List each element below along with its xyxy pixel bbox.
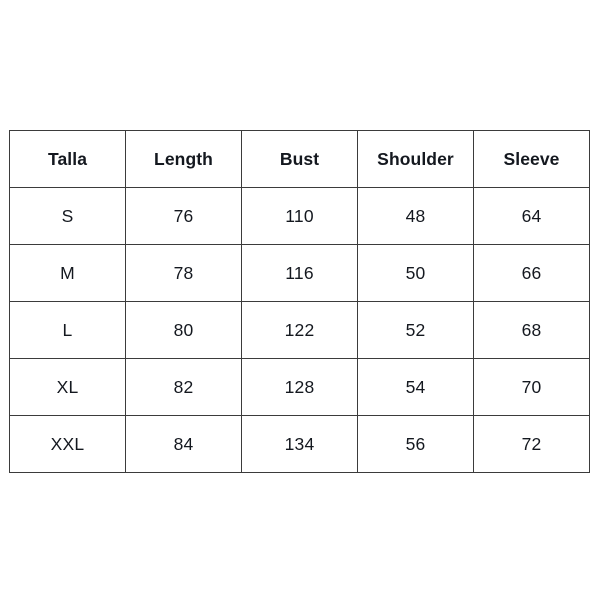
cell-shoulder: 48 [357, 187, 474, 245]
table-row: S 76 110 48 64 [9, 187, 590, 245]
cell-bust: 122 [241, 301, 358, 359]
cell-sleeve: 70 [473, 358, 590, 416]
cell-bust: 116 [241, 244, 358, 302]
cell-length: 84 [125, 415, 242, 473]
cell-size: L [9, 301, 126, 359]
cell-shoulder: 52 [357, 301, 474, 359]
size-chart-canvas: Talla Length Bust Shoulder Sleeve S 76 1… [0, 0, 600, 600]
cell-length: 80 [125, 301, 242, 359]
cell-size: XXL [9, 415, 126, 473]
cell-shoulder: 56 [357, 415, 474, 473]
cell-size: S [9, 187, 126, 245]
table-header: Talla Length Bust Shoulder Sleeve [9, 130, 590, 188]
table-row: M 78 116 50 66 [9, 244, 590, 302]
cell-sleeve: 72 [473, 415, 590, 473]
cell-length: 78 [125, 244, 242, 302]
cell-length: 82 [125, 358, 242, 416]
table-row: XXL 84 134 56 72 [9, 415, 590, 473]
size-chart-table: Talla Length Bust Shoulder Sleeve S 76 1… [9, 130, 590, 473]
table-row: XL 82 128 54 70 [9, 358, 590, 416]
cell-bust: 134 [241, 415, 358, 473]
cell-sleeve: 66 [473, 244, 590, 302]
cell-shoulder: 54 [357, 358, 474, 416]
table-row: L 80 122 52 68 [9, 301, 590, 359]
cell-shoulder: 50 [357, 244, 474, 302]
table-header-row: Talla Length Bust Shoulder Sleeve [9, 130, 590, 188]
column-header-shoulder: Shoulder [357, 130, 474, 188]
column-header-sleeve: Sleeve [473, 130, 590, 188]
cell-bust: 128 [241, 358, 358, 416]
table-body: S 76 110 48 64 M 78 116 50 66 L 80 122 5… [9, 187, 590, 473]
column-header-length: Length [125, 130, 242, 188]
cell-length: 76 [125, 187, 242, 245]
cell-size: M [9, 244, 126, 302]
cell-sleeve: 68 [473, 301, 590, 359]
column-header-talla: Talla [9, 130, 126, 188]
cell-size: XL [9, 358, 126, 416]
column-header-bust: Bust [241, 130, 358, 188]
cell-sleeve: 64 [473, 187, 590, 245]
cell-bust: 110 [241, 187, 358, 245]
